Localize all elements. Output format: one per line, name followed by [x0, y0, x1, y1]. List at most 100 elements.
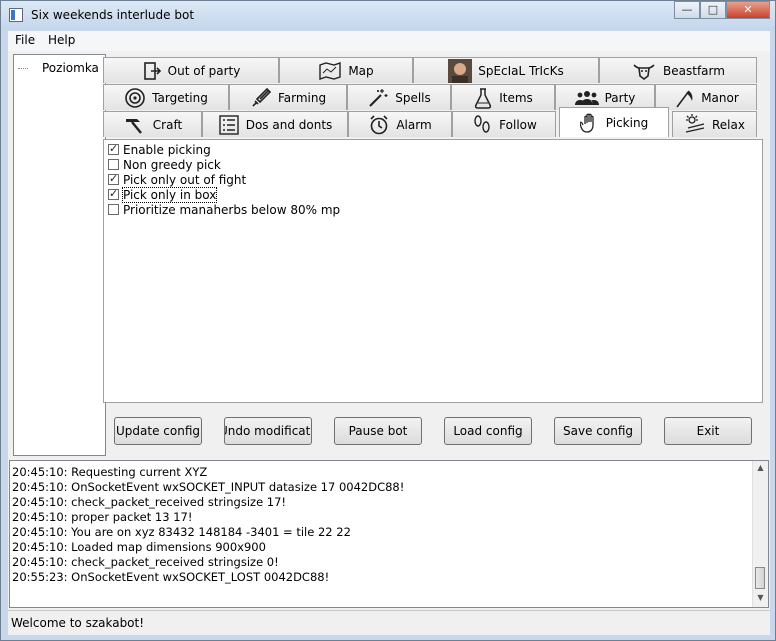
checkbox[interactable] [108, 159, 119, 170]
tab-farming[interactable]: Farming [229, 84, 347, 110]
caption-buttons: — □ ✕ [674, 1, 770, 21]
window-title: Six weekends interlude bot [31, 8, 195, 22]
app-icon[interactable] [9, 8, 23, 22]
sword-icon [252, 87, 272, 107]
tab-label: Dos and donts [245, 117, 333, 132]
tab-label: Map [348, 63, 374, 78]
option-label: Prioritize manaherbs below 80% mp [123, 202, 341, 217]
main-window: Six weekends interlude bot — □ ✕ File He… [0, 0, 776, 641]
avatar-photo-icon [448, 58, 473, 83]
tab-beastfarm[interactable]: Beastfarm [599, 57, 757, 83]
tab-label: Party [604, 90, 636, 105]
scroll-up-icon[interactable]: ▲ [755, 463, 766, 475]
tab-label: Manor [701, 90, 739, 105]
tab-label: Beastfarm [663, 63, 725, 78]
tab-label: SpEcIaL TrIcKs [478, 63, 564, 78]
hand-icon [579, 113, 594, 133]
menu-bar: File Help [8, 31, 770, 51]
maximize-button[interactable]: □ [700, 1, 726, 19]
tab-label: Spells [395, 90, 431, 105]
tab-label: Farming [277, 90, 327, 105]
save-config-button[interactable]: Save config [554, 417, 642, 445]
option-label: Pick only in box [121, 186, 218, 203]
tab-dos-and-donts[interactable]: Dos and donts [202, 111, 348, 137]
tab-label: Items [499, 90, 533, 105]
tab-manor[interactable]: Manor [655, 84, 757, 110]
option-label: Non greedy pick [123, 157, 221, 172]
alarm-clock-icon [370, 114, 388, 134]
button-bar: Update config Undo modifications Pause b… [103, 404, 763, 456]
tab-spells[interactable]: Spells [347, 84, 451, 110]
tab-follow[interactable]: Follow [452, 111, 556, 137]
scroll-thumb[interactable] [755, 567, 765, 589]
checkbox[interactable] [108, 204, 119, 215]
option-pick-only-in-box[interactable]: Pick only in box [108, 186, 218, 203]
status-bar: Welcome to szakabot! [8, 610, 770, 635]
tab-picking[interactable]: Picking [559, 107, 669, 137]
tree-item-poziomka[interactable]: Poziomka [42, 61, 99, 75]
button-label: Undo modifications [225, 424, 311, 438]
magic-wand-icon [369, 88, 388, 107]
tab-label: Relax [712, 117, 745, 132]
log-line: 20:45:10: check_packet_received stringsi… [12, 495, 287, 509]
exit-button[interactable]: Exit [664, 417, 752, 445]
option-label: Enable picking [123, 142, 211, 157]
tree-connector [18, 68, 28, 69]
relax-sun-icon [685, 113, 705, 133]
status-text: Welcome to szakabot! [11, 616, 145, 630]
target-icon [125, 87, 145, 108]
potion-flask-icon [475, 87, 492, 109]
title-bar[interactable]: Six weekends interlude bot — □ ✕ [1, 1, 775, 30]
undo-modifications-button[interactable]: Undo modifications [224, 417, 312, 445]
log-line: 20:45:10: Requesting current XYZ [12, 465, 208, 479]
tab-label: Targeting [152, 90, 208, 105]
menu-file[interactable]: File [15, 33, 35, 47]
load-config-button[interactable]: Load config [444, 417, 532, 445]
log-line: 20:45:10: You are on xyz 83432 148184 -3… [12, 525, 351, 539]
tab-craft[interactable]: Craft [103, 111, 202, 137]
close-button[interactable]: ✕ [726, 1, 770, 19]
beast-head-icon [633, 63, 655, 80]
log-output[interactable]: 20:45:10: Requesting current XYZ 20:45:1… [9, 460, 769, 608]
option-non-greedy-pick[interactable]: Non greedy pick [108, 157, 221, 172]
log-line: 20:45:10: proper packet 13 17! [12, 510, 193, 524]
tab-label: Craft [152, 117, 183, 132]
tab-items[interactable]: Items [451, 84, 555, 110]
scroll-down-icon[interactable]: ▼ [755, 593, 766, 605]
checkbox[interactable] [108, 142, 119, 155]
hammer-icon [125, 118, 142, 134]
tab-out-of-party[interactable]: Out of party [103, 57, 279, 83]
option-enable-picking[interactable]: Enable picking [108, 142, 211, 157]
tab-special-tricks[interactable]: SpEcIaL TrIcKs [413, 57, 599, 83]
tab-label: Alarm [396, 117, 432, 132]
tab-relax[interactable]: Relax [672, 111, 757, 137]
scythe-icon [676, 90, 693, 107]
update-config-button[interactable]: Update config [114, 417, 202, 445]
pause-bot-button[interactable]: Pause bot [334, 417, 422, 445]
checkbox[interactable] [108, 172, 119, 185]
tab-label: Out of party [167, 63, 241, 78]
menu-help[interactable]: Help [48, 33, 75, 47]
log-line: 20:55:23: OnSocketEvent wxSOCKET_LOST 00… [12, 570, 330, 584]
tab-map[interactable]: Map [279, 57, 413, 83]
minimize-button[interactable]: — [674, 1, 700, 19]
picking-panel: Enable picking Non greedy pick Pick only… [103, 139, 763, 403]
option-pick-only-out-of-fight[interactable]: Pick only out of fight [108, 172, 246, 187]
client-area: File Help Poziomka Out of party Map SpEc… [8, 31, 770, 635]
option-prioritize-manaherbs[interactable]: Prioritize manaherbs below 80% mp [108, 202, 340, 217]
log-scrollbar[interactable]: ▲ ▼ [752, 461, 768, 607]
checklist-icon [219, 114, 239, 135]
tree-view[interactable]: Poziomka [13, 54, 106, 456]
option-label: Pick only out of fight [123, 172, 247, 187]
tab-targeting[interactable]: Targeting [103, 84, 229, 110]
map-icon [319, 61, 342, 80]
people-icon [574, 90, 599, 105]
tab-label: Follow [499, 117, 537, 132]
log-line: 20:45:10: OnSocketEvent wxSOCKET_INPUT d… [12, 480, 405, 494]
tab-strip: Out of party Map SpEcIaL TrIcKs Beastfar… [103, 53, 763, 139]
checkbox[interactable] [108, 187, 119, 200]
footprints-icon [474, 114, 490, 133]
log-line: 20:45:10: check_packet_received stringsi… [12, 555, 279, 569]
tab-alarm[interactable]: Alarm [348, 111, 452, 137]
tab-label: Picking [605, 115, 649, 130]
